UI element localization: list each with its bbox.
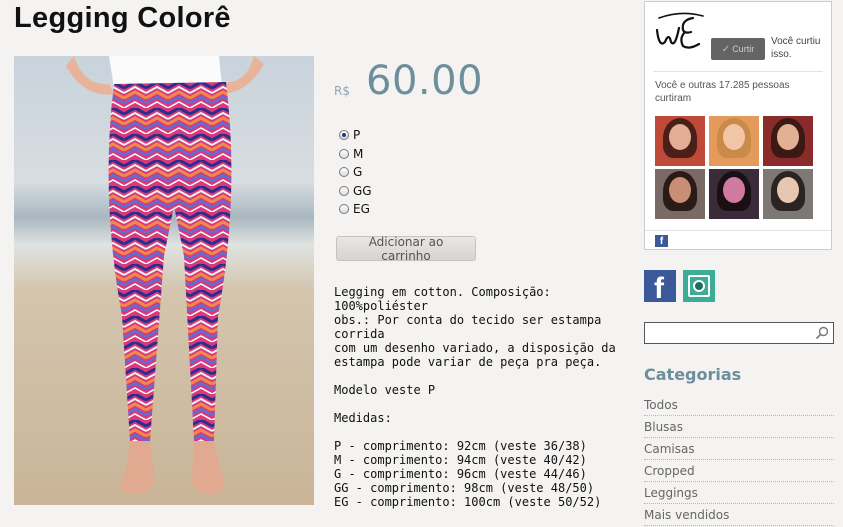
category-item-camisas[interactable]: Camisas — [644, 439, 834, 460]
categories-heading: Categorias — [644, 365, 742, 384]
size-label: EG — [353, 202, 370, 217]
search-box — [644, 322, 834, 345]
size-option-g[interactable]: G — [339, 163, 372, 182]
size-options: P M G GG EG — [339, 126, 372, 219]
category-item-mais-vendidos[interactable]: Mais vendidos — [644, 505, 834, 526]
category-item-leggings[interactable]: Leggings — [644, 483, 834, 504]
facebook-like-box: ✓ Curtir Você curtiu isso. Você e outras… — [644, 1, 832, 250]
categories-list: Todos Blusas Camisas Cropped Leggings Ma… — [644, 395, 834, 527]
instagram-button[interactable] — [683, 270, 715, 302]
search-input[interactable] — [649, 324, 813, 345]
radio-icon[interactable] — [339, 185, 349, 196]
radio-icon[interactable] — [339, 204, 349, 215]
size-label: GG — [353, 183, 372, 198]
product-photo — [14, 56, 314, 505]
size-option-m[interactable]: M — [339, 145, 372, 164]
product-description: Legging em cotton. Composição: 100%polié… — [334, 285, 616, 509]
price-currency: R$ — [334, 84, 350, 98]
instagram-lens — [693, 280, 705, 292]
you-liked-text: Você curtiu isso. — [771, 36, 821, 60]
size-label: P — [353, 128, 361, 143]
product-price: 60.00 — [366, 58, 484, 104]
radio-icon[interactable] — [339, 130, 349, 141]
fan-avatar[interactable] — [655, 116, 705, 166]
fan-avatar[interactable] — [655, 169, 705, 219]
category-item-todos[interactable]: Todos — [644, 395, 834, 416]
add-to-cart-button[interactable]: Adicionar ao carrinho — [336, 235, 476, 263]
like-count-text: Você e outras 17.285 pessoas curtiram — [655, 80, 790, 104]
radio-icon[interactable] — [339, 167, 349, 178]
fan-avatar[interactable] — [709, 116, 759, 166]
size-option-gg[interactable]: GG — [339, 182, 372, 201]
check-icon: ✓ — [721, 43, 731, 55]
facebook-icon[interactable]: f — [655, 235, 668, 247]
radio-icon[interactable] — [339, 148, 349, 159]
category-item-cropped[interactable]: Cropped — [644, 461, 834, 482]
legging-illustration — [66, 56, 264, 494]
fan-avatar[interactable] — [709, 169, 759, 219]
size-label: G — [353, 165, 363, 180]
search-icon[interactable] — [815, 326, 829, 340]
divider — [645, 230, 831, 231]
product-title: Legging Colorê — [14, 2, 231, 34]
fan-faces-grid — [655, 116, 817, 219]
facebook-button[interactable]: f — [644, 270, 676, 305]
like-button[interactable]: ✓ Curtir — [711, 38, 765, 60]
like-label: Curtir — [732, 44, 755, 54]
category-item-blusas[interactable]: Blusas — [644, 417, 834, 438]
fan-avatar[interactable] — [763, 116, 813, 166]
size-option-eg[interactable]: EG — [339, 200, 372, 219]
brand-logo-icon[interactable] — [655, 12, 707, 52]
size-option-p[interactable]: P — [339, 126, 372, 145]
size-label: M — [353, 146, 364, 161]
divider — [653, 71, 823, 72]
fan-avatar[interactable] — [763, 169, 813, 219]
facebook-icon: f — [654, 272, 664, 305]
